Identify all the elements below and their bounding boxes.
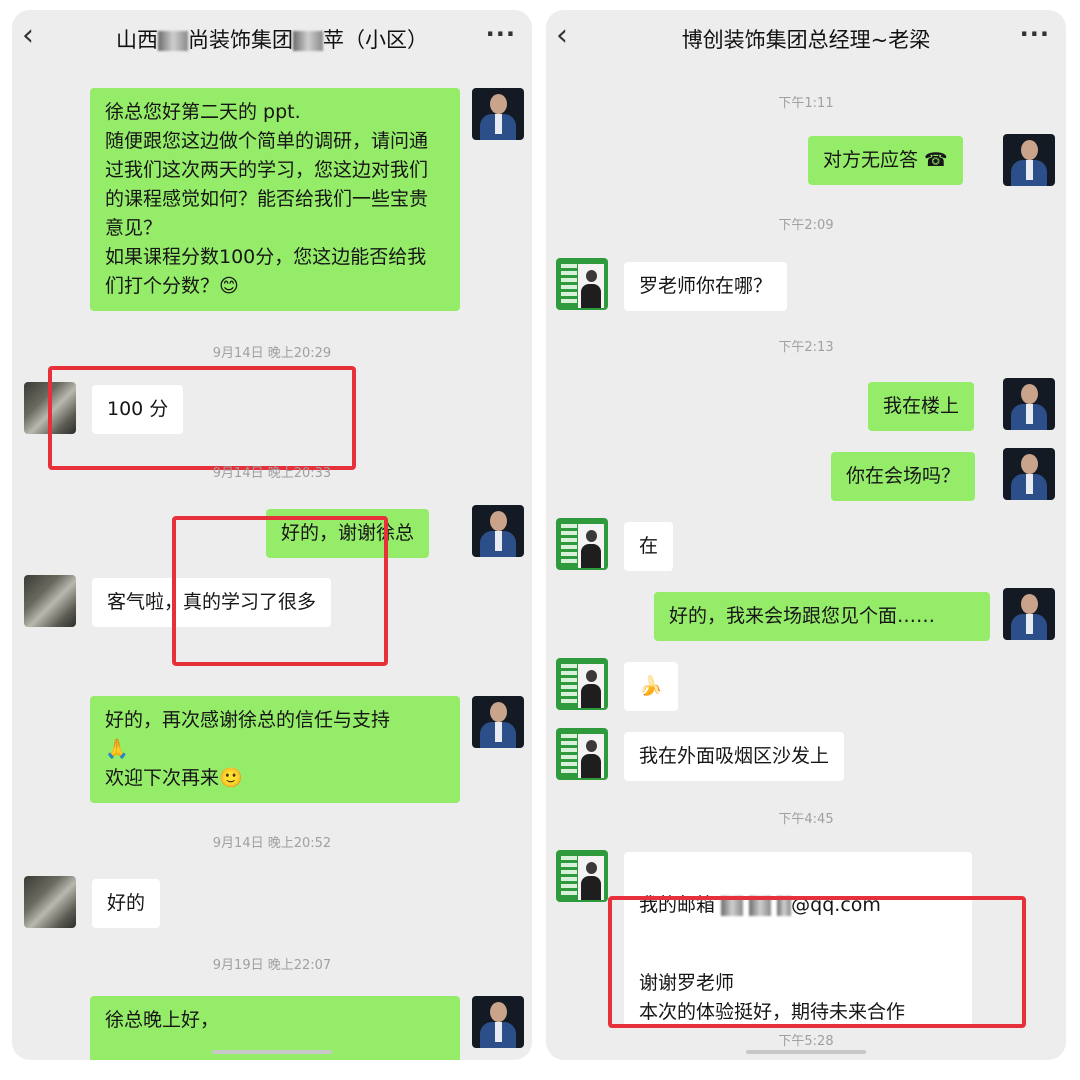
- avatar-contact[interactable]: [556, 258, 608, 310]
- avatar-self[interactable]: [1003, 134, 1055, 186]
- avatar-self[interactable]: [1003, 448, 1055, 500]
- more-options-icon[interactable]: ···: [1020, 20, 1050, 48]
- timestamp: 9月19日 晚上22:07: [212, 958, 332, 973]
- avatar-contact[interactable]: [556, 850, 608, 902]
- timestamp: 下午2:13: [778, 340, 834, 355]
- timestamp: 9月14日 晚上20:52: [212, 836, 332, 851]
- message-received[interactable]: 罗老师你在哪？: [624, 262, 788, 311]
- home-indicator: [212, 1050, 332, 1054]
- avatar-self[interactable]: [472, 696, 524, 748]
- timestamp: 下午1:11: [778, 96, 834, 111]
- chat-panel-left: 徐总您好第二天的 ppt. 随便跟您这边做个简单的调研，请问通过我们这次两天的学…: [12, 10, 532, 1060]
- message-sent[interactable]: 你在会场吗？: [831, 452, 976, 501]
- timestamp: 下午4:45: [778, 812, 834, 827]
- avatar-contact[interactable]: [24, 575, 76, 627]
- more-options-icon[interactable]: ···: [486, 20, 516, 48]
- highlight-box: [48, 366, 356, 470]
- avatar-self[interactable]: [1003, 588, 1055, 640]
- message-list[interactable]: 下午1:11 对方无应答 ☎ 下午2:09 罗老师你在哪？ 下午2:13 我在楼…: [546, 10, 1066, 1060]
- message-received[interactable]: 我在外面吸烟区沙发上: [624, 732, 845, 781]
- avatar-contact[interactable]: [556, 658, 608, 710]
- chat-title: 博创装饰集团总经理~老梁: [681, 28, 931, 52]
- chat-title: 山西 尚装饰集团 苹（小区）: [116, 28, 428, 52]
- avatar-contact[interactable]: [24, 876, 76, 928]
- avatar-self[interactable]: [472, 88, 524, 140]
- avatar-self[interactable]: [472, 996, 524, 1048]
- chat-panel-right: 下午1:11 对方无应答 ☎ 下午2:09 罗老师你在哪？ 下午2:13 我在楼…: [546, 10, 1066, 1060]
- chat-header: ‹ 博创装饰集团总经理~老梁 ···: [546, 10, 1066, 64]
- avatar-contact[interactable]: [556, 728, 608, 780]
- message-sent[interactable]: 好的，我来会场跟您见个面……: [654, 592, 990, 641]
- highlight-box: [608, 896, 1026, 1028]
- message-list[interactable]: 徐总您好第二天的 ppt. 随便跟您这边做个简单的调研，请问通过我们这次两天的学…: [12, 10, 532, 1060]
- timestamp: 下午5:28: [778, 1034, 834, 1049]
- home-indicator: [746, 1050, 866, 1054]
- avatar-self[interactable]: [472, 505, 524, 557]
- message-sent[interactable]: 我在楼上: [868, 382, 975, 431]
- message-received[interactable]: 在: [624, 522, 674, 571]
- message-sent[interactable]: 好的，再次感谢徐总的信任与支持 🙏 欢迎下次再来🙂: [90, 696, 460, 803]
- highlight-box: [172, 516, 388, 666]
- back-icon[interactable]: ‹: [556, 18, 568, 54]
- message-received[interactable]: 好的: [92, 879, 161, 928]
- call-record-sent[interactable]: 对方无应答 ☎: [808, 136, 963, 185]
- timestamp: 下午2:09: [778, 218, 834, 233]
- emoji-message-received[interactable]: 🍌: [624, 662, 678, 711]
- avatar-contact[interactable]: [556, 518, 608, 570]
- back-icon[interactable]: ‹: [22, 18, 34, 54]
- chat-header: ‹ 山西 尚装饰集团 苹（小区） ···: [12, 10, 532, 64]
- avatar-self[interactable]: [1003, 378, 1055, 430]
- timestamp: 9月14日 晚上20:29: [212, 346, 332, 361]
- message-sent[interactable]: 徐总您好第二天的 ppt. 随便跟您这边做个简单的调研，请问通过我们这次两天的学…: [90, 88, 460, 311]
- timestamp: 9月14日 晚上20:33: [212, 466, 332, 481]
